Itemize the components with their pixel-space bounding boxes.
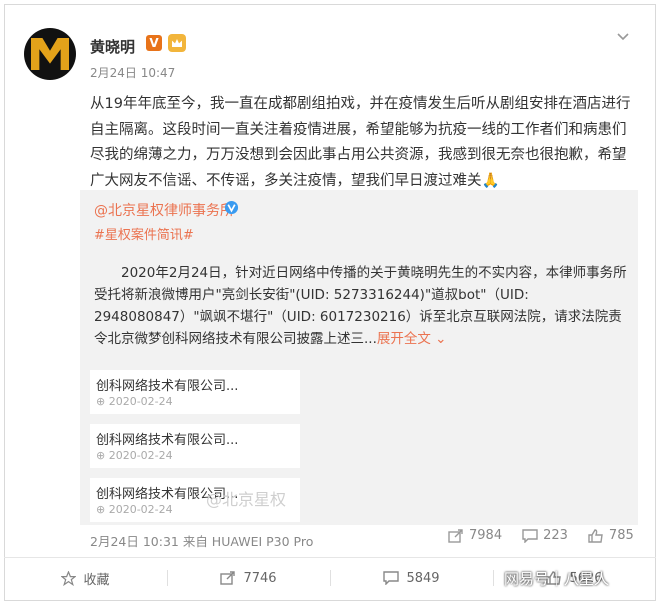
expand-label: 展开全文 [376, 331, 431, 347]
chevron-down-icon[interactable] [616, 30, 630, 44]
repost-count: 7746 [243, 570, 277, 586]
post-timestamp[interactable]: 2月24日 10:47 [90, 64, 175, 81]
comment-count: 5849 [406, 570, 440, 586]
share-icon [220, 571, 236, 585]
repost-count: 7984 [469, 528, 503, 543]
vip-crown-icon [168, 34, 186, 52]
verified-icon: V [146, 35, 162, 51]
repost-text: 2020年2月24日，针对近日网络中传播的关于黄晓明先生的不实内容，本律师事务所… [94, 262, 630, 350]
repost-stats: 7984 223 785 [448, 528, 634, 543]
globe-icon: ⊕ [96, 395, 109, 408]
repost-body: 2020年2月24日，针对近日网络中传播的关于黄晓明先生的不实内容，本律师事务所… [94, 265, 627, 347]
weibo-watermark: @北京星权 [206, 490, 287, 509]
link-card-title: 创科网络技术有限公司... [96, 433, 239, 448]
star-icon [61, 570, 77, 586]
link-card[interactable]: 创科网络技术有限公司... ⊕ 2020-02-24 [90, 424, 300, 468]
repost-hashtag[interactable]: #星权案件简讯# [94, 224, 194, 243]
share-icon [448, 528, 463, 543]
globe-icon: ⊕ [96, 503, 109, 516]
repost-like-stat[interactable]: 785 [588, 528, 634, 543]
post-content: 从19年年底至今，我一直在成都剧组拍戏，并在疫情发生后听从剧组安排在酒店进行自主… [90, 96, 631, 189]
like-count: 785 [608, 528, 634, 543]
repost-comment-stat[interactable]: 223 [522, 528, 568, 543]
author-name[interactable]: 黄晓明 [90, 36, 135, 57]
repost-meta: 2月24日 10:31 来自 HUAWEI P30 Pro [90, 534, 314, 549]
expand-full-text-link[interactable]: 展开全文 ⌄ [377, 331, 447, 347]
verified-blue-icon [224, 200, 239, 215]
comment-button[interactable]: 5849 [330, 558, 493, 598]
favorite-label: 收藏 [83, 572, 110, 588]
comment-icon [522, 528, 538, 543]
repost-share-stat[interactable]: 7984 [448, 528, 502, 543]
repost-block[interactable]: @北京星权律师事务所 #星权案件简讯# 2020年2月24日，针对近日网络中传播… [80, 190, 638, 525]
link-card-date: ⊕ 2020-02-24 [96, 395, 173, 408]
source-watermark: 网易号｜八星人 [504, 570, 610, 588]
globe-icon: ⊕ [96, 449, 109, 462]
comment-icon [383, 571, 400, 585]
author-avatar[interactable] [24, 28, 76, 80]
repost-author[interactable]: @北京星权律师事务所 [94, 200, 234, 220]
avatar-logo [31, 38, 69, 70]
repost-button[interactable]: 7746 [167, 558, 330, 598]
thumbs-up-icon [588, 528, 603, 543]
link-card[interactable]: 创科网络技术有限公司... ⊕ 2020-02-24 [90, 370, 300, 414]
comment-count: 223 [543, 528, 568, 543]
link-card-title: 创科网络技术有限公司... [96, 379, 239, 394]
link-card-date: ⊕ 2020-02-24 [96, 503, 173, 516]
favorite-button[interactable]: 收藏 [4, 558, 167, 598]
link-card-date: ⊕ 2020-02-24 [96, 449, 173, 462]
